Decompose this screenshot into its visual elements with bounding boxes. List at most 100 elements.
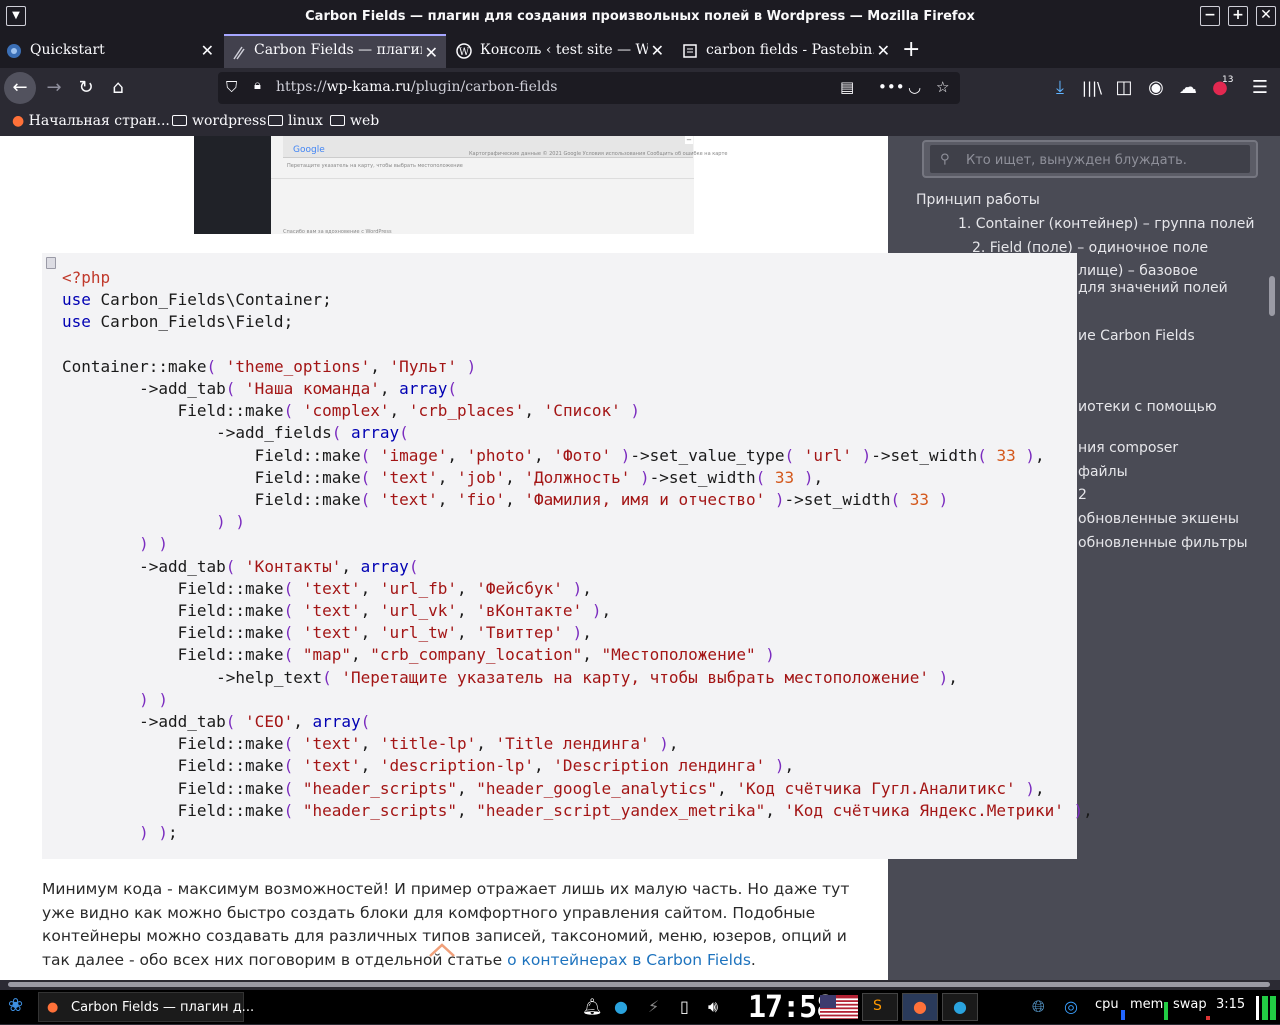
page-actions-icon[interactable]: ••• bbox=[878, 78, 905, 96]
downloads-icon[interactable]: ⤓ bbox=[1046, 74, 1074, 102]
sublime-icon: S bbox=[873, 998, 882, 1014]
scrollbar-thumb[interactable] bbox=[1269, 276, 1275, 316]
close-tab-icon[interactable]: ✕ bbox=[877, 41, 890, 60]
bookmarks-bar: ● Начальная стран... wordpress linux web bbox=[0, 108, 1280, 136]
screenshot-footer: Спасибо вам за вдохновение с WordPress bbox=[283, 229, 392, 235]
account-icon[interactable]: ◉ bbox=[1142, 74, 1170, 102]
scrollbar-thumb[interactable] bbox=[8, 982, 1270, 987]
toc-item[interactable]: иотеки с помощью bbox=[1078, 399, 1217, 415]
bookmark-folder-wordpress[interactable]: wordpress bbox=[172, 113, 266, 129]
close-tab-icon[interactable]: ✕ bbox=[651, 41, 664, 60]
article-screenshot: Google Картографические данные © 2021 Go… bbox=[194, 136, 727, 235]
us-flag-icon[interactable] bbox=[820, 995, 858, 1019]
tab-carbon-fields[interactable]: Carbon Fields — плагин д ✕ bbox=[224, 34, 446, 68]
toc-item[interactable]: 1. Container (контейнер) – группа полей bbox=[958, 216, 1254, 232]
toc-item[interactable]: лище) – базовое bbox=[1078, 263, 1198, 279]
tab-wordpress-console[interactable]: W Консоль ‹ test site — Word ✕ bbox=[450, 34, 672, 68]
toc-item[interactable]: ния composer bbox=[1078, 440, 1178, 456]
carbon-fields-icon bbox=[233, 46, 245, 60]
screenshot-panel: Google Картографические данные © 2021 Go… bbox=[271, 136, 727, 235]
telegram-tray-icon[interactable]: ● bbox=[614, 997, 628, 1016]
swap-bar bbox=[1206, 1016, 1210, 1020]
search-placeholder: Кто ищет, вынужден блуждать. bbox=[966, 153, 1187, 168]
taskbar: ❀ ● Carbon Fields — плагин д... 🔔︎ ● ⚡︎ … bbox=[0, 990, 1280, 1025]
svg-text:W: W bbox=[459, 47, 470, 58]
shield-icon[interactable]: ⛉ bbox=[226, 78, 237, 96]
app-tray-icon[interactable]: ◎ bbox=[1064, 997, 1078, 1016]
url-bar[interactable]: ⛉ 🔒︎ https://wp-kama.ru/plugin/carbon-fi… bbox=[218, 72, 960, 104]
window-titlebar: ▼ Carbon Fields — плагин для создания пр… bbox=[0, 0, 1280, 34]
copy-icon[interactable] bbox=[46, 257, 56, 269]
activity-bar bbox=[1262, 996, 1268, 1020]
minimize-button[interactable]: − bbox=[1200, 6, 1220, 26]
lock-icon[interactable]: 🔒︎ bbox=[254, 78, 261, 93]
window-title: Carbon Fields — плагин для создания прои… bbox=[305, 9, 975, 24]
bookmark-start-page[interactable]: ● Начальная стран... bbox=[12, 113, 170, 129]
sidebar-search: ⚲ Кто ищет, вынужден блуждать. bbox=[922, 140, 1258, 178]
battery-icon[interactable]: ▯ bbox=[680, 997, 689, 1016]
toc-item[interactable]: обновленные экшены bbox=[1078, 511, 1239, 527]
containers-link[interactable]: о контейнерах в Carbon Fields bbox=[507, 951, 751, 969]
volume-icon[interactable]: 🔊︎ bbox=[708, 997, 718, 1017]
close-tab-icon[interactable]: ✕ bbox=[201, 41, 214, 60]
activity-bar bbox=[1256, 996, 1259, 1020]
google-logo: Google bbox=[293, 145, 325, 155]
folder-icon bbox=[172, 115, 187, 126]
bookmark-folder-linux[interactable]: linux bbox=[268, 113, 323, 129]
cpu-meter: cpu bbox=[1095, 997, 1119, 1012]
start-menu-icon[interactable]: ❀ bbox=[8, 995, 23, 1016]
bookmark-star-icon[interactable]: ☆ bbox=[936, 78, 949, 96]
hamburger-menu-icon[interactable]: ☰ bbox=[1246, 74, 1274, 102]
toc-item[interactable]: обновленные фильтры bbox=[1078, 535, 1248, 551]
sidebar-toggle-icon[interactable]: ◫ bbox=[1110, 74, 1138, 102]
toc-item[interactable]: для значений полей bbox=[1078, 280, 1228, 296]
search-input[interactable]: ⚲ Кто ищет, вынужден блуждать. bbox=[930, 145, 1250, 173]
taskbar-firefox-window[interactable]: ● Carbon Fields — плагин д... bbox=[38, 992, 254, 1022]
divider bbox=[271, 178, 694, 179]
notification-bell-icon[interactable]: 🔔︎ bbox=[582, 997, 602, 1016]
sublime-launcher[interactable]: S bbox=[862, 993, 898, 1021]
mem-meter: mem bbox=[1130, 997, 1164, 1012]
library-icon[interactable]: |||\ bbox=[1078, 74, 1106, 102]
reader-view-icon[interactable]: ▤ bbox=[840, 78, 854, 96]
tab-label: Carbon Fields — плагин д bbox=[254, 42, 422, 58]
privacy-badger-icon[interactable]: ● 13 bbox=[1206, 74, 1234, 102]
horizontal-scrollbar[interactable] bbox=[0, 980, 1280, 990]
firefox-icon: ● bbox=[47, 1000, 59, 1015]
page-content: ⚲ Кто ищет, вынужден блуждать. Принцип р… bbox=[0, 136, 1280, 984]
telegram-launcher[interactable]: ● bbox=[942, 993, 978, 1021]
toc-title[interactable]: Принцип работы bbox=[916, 192, 1040, 208]
bookmark-folder-web[interactable]: web bbox=[330, 113, 379, 129]
firefox-launcher[interactable]: ● bbox=[902, 993, 938, 1021]
maximize-button[interactable]: + bbox=[1228, 6, 1248, 26]
tab-pastebin[interactable]: carbon fields - Pastebin.co ✕ bbox=[676, 34, 898, 68]
url-text[interactable]: https://wp-kama.ru/plugin/carbon-fields bbox=[276, 79, 558, 95]
zoom-out-icon: − bbox=[685, 136, 693, 144]
activity-bar bbox=[1270, 996, 1276, 1020]
back-button[interactable]: ← bbox=[4, 72, 36, 104]
firefox-icon: ● bbox=[12, 113, 25, 129]
vertical-scrollbar[interactable] bbox=[1268, 140, 1276, 980]
tab-strip: Quickstart ✕ Carbon Fields — плагин д ✕ … bbox=[0, 34, 1280, 68]
close-window-button[interactable]: ✕ bbox=[1256, 6, 1276, 26]
close-tab-icon[interactable]: ✕ bbox=[425, 43, 438, 62]
forward-button[interactable]: → bbox=[40, 74, 68, 102]
scroll-to-top-icon[interactable] bbox=[428, 942, 456, 958]
toc-item[interactable]: ие Carbon Fields bbox=[1078, 328, 1195, 344]
map-strip: Google Картографические данные © 2021 Go… bbox=[283, 136, 727, 158]
tab-label: Консоль ‹ test site — Word bbox=[480, 42, 648, 58]
quickstart-icon bbox=[7, 44, 21, 58]
tab-quickstart[interactable]: Quickstart ✕ bbox=[0, 34, 222, 68]
wordpress-icon: W bbox=[456, 43, 472, 59]
task-label: Carbon Fields — плагин д... bbox=[71, 1000, 255, 1015]
folder-icon bbox=[330, 115, 345, 126]
pocket-icon[interactable]: ◡ bbox=[908, 78, 921, 96]
new-tab-button[interactable]: + bbox=[902, 37, 920, 62]
extension-icon[interactable]: ☁ bbox=[1174, 74, 1202, 102]
network-icon[interactable]: ⚡︎ bbox=[648, 997, 659, 1016]
globe-icon[interactable]: 🌐︎ bbox=[1032, 997, 1045, 1017]
tab-label: Quickstart bbox=[30, 42, 105, 58]
reload-button[interactable]: ↻ bbox=[72, 74, 100, 102]
home-icon[interactable]: ⌂ bbox=[104, 74, 132, 102]
map-footer: Картографические данные © 2021 Google Ус… bbox=[469, 151, 728, 157]
